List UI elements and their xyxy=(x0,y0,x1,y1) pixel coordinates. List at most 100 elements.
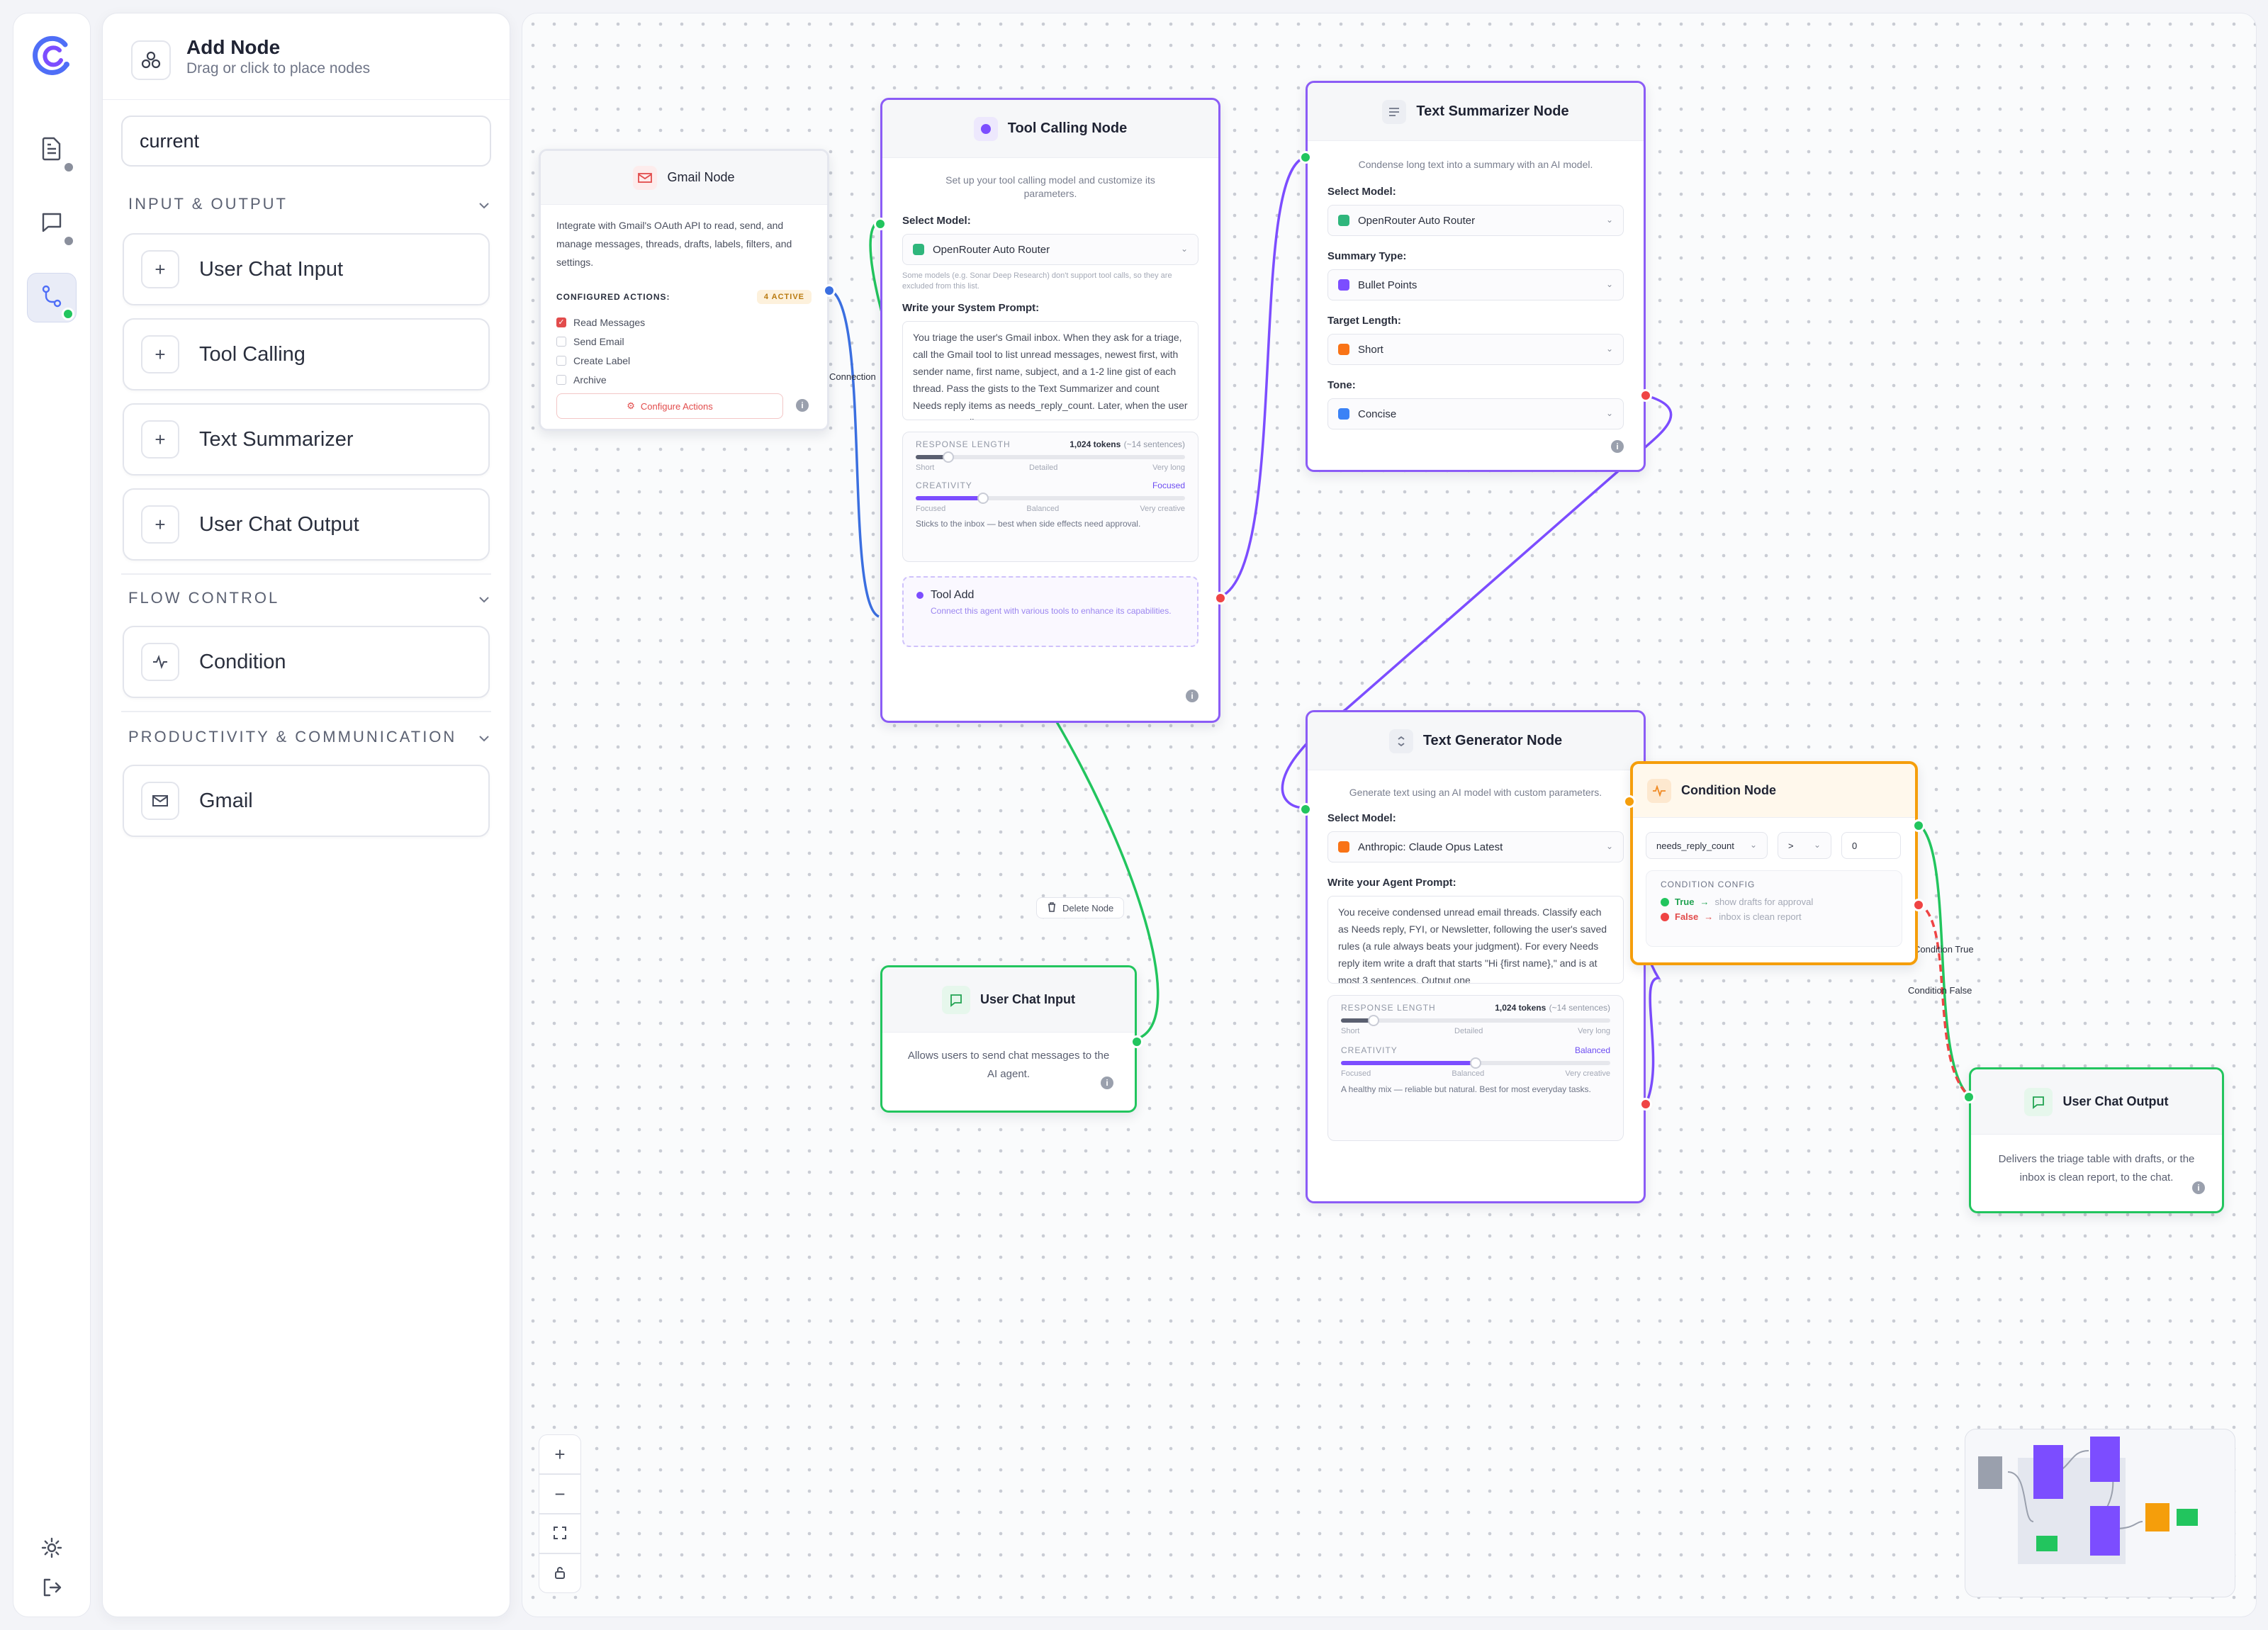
false-desc: inbox is clean report xyxy=(1719,911,1802,922)
response-length-slider[interactable] xyxy=(916,451,1185,463)
model-select[interactable]: OpenRouter Auto Router ⌄ xyxy=(902,234,1198,265)
node-description: Set up your tool calling model and custo… xyxy=(945,174,1155,199)
response-length-value: 1,024 tokens xyxy=(1070,439,1121,449)
condition-field-select[interactable]: needs_reply_count ⌄ xyxy=(1646,832,1768,859)
model-params-box: RESPONSE LENGTH 1,024 tokens (~14 sentenc… xyxy=(1327,995,1624,1141)
node-item-gmail[interactable]: Gmail xyxy=(123,765,490,837)
gmail-output-handle[interactable] xyxy=(823,284,836,297)
node-item-tool-calling[interactable]: + Tool Calling xyxy=(123,318,490,390)
select-model-label: Select Model: xyxy=(1327,186,1396,198)
tool-calling-node[interactable]: Tool Calling Node Set up your tool calli… xyxy=(874,98,1227,723)
section-label: INPUT & OUTPUT xyxy=(128,195,288,213)
action-read-messages[interactable]: ✓ Read Messages xyxy=(556,313,645,332)
action-label: Read Messages xyxy=(573,316,646,328)
minimap[interactable] xyxy=(1965,1429,2235,1597)
model-logo-icon xyxy=(1338,215,1349,226)
workflow-button[interactable] xyxy=(27,273,77,322)
model-logo-icon xyxy=(913,244,924,255)
node-item-text-summarizer[interactable]: + Text Summarizer xyxy=(123,403,490,476)
chat-input-output-handle[interactable] xyxy=(1130,1035,1143,1048)
condition-true-handle[interactable] xyxy=(1912,819,1925,832)
condition-false-handle[interactable] xyxy=(1912,899,1925,911)
chevron-down-icon xyxy=(478,589,490,607)
node-item-user-chat-output[interactable]: + User Chat Output xyxy=(123,488,490,561)
condition-field-value: needs_reply_count xyxy=(1656,840,1734,851)
minimap-gmail xyxy=(1978,1456,2002,1489)
summary-type-select[interactable]: Bullet Points ⌄ xyxy=(1327,269,1624,300)
tool-calling-input-handle[interactable] xyxy=(874,218,887,230)
delete-node-label: Delete Node xyxy=(1062,902,1114,914)
gmail-actions-list: ✓ Read Messages Send Email Create Label A… xyxy=(556,313,645,389)
select-model-label: Select Model: xyxy=(902,215,971,227)
checkbox-checked[interactable]: ✓ xyxy=(556,317,566,327)
user-chat-output-node[interactable]: User Chat Output Delivers the triage tab… xyxy=(1963,1067,2224,1213)
tone-select[interactable]: Concise ⌄ xyxy=(1327,398,1624,429)
delete-node-button[interactable]: Delete Node xyxy=(1036,897,1125,918)
checkbox[interactable] xyxy=(556,355,566,366)
tool-add-dot xyxy=(916,592,924,599)
generator-output-handle[interactable] xyxy=(1639,1098,1652,1111)
documents-button[interactable] xyxy=(27,125,77,175)
lock-button[interactable] xyxy=(539,1553,581,1593)
plus-icon: + xyxy=(141,250,179,288)
chat-button[interactable] xyxy=(27,199,77,249)
user-chat-input-node[interactable]: User Chat Input Allows users to send cha… xyxy=(880,965,1143,1113)
tool-calling-output-handle[interactable] xyxy=(1214,592,1227,605)
node-item-condition[interactable]: Condition xyxy=(123,626,490,698)
node-item-user-chat-input[interactable]: + User Chat Input xyxy=(123,233,490,305)
info-icon[interactable]: i xyxy=(1186,690,1198,702)
zoom-out-button[interactable]: − xyxy=(539,1474,581,1514)
info-icon[interactable]: i xyxy=(2192,1181,2205,1194)
action-send-email[interactable]: Send Email xyxy=(556,332,645,351)
condition-input-handle[interactable] xyxy=(1623,795,1636,808)
condition-node[interactable]: Condition Node needs_reply_count ⌄ > ⌄ 0 C… xyxy=(1623,761,1925,965)
section-productivity[interactable]: PRODUCTIVITY & COMMUNICATION xyxy=(128,728,490,746)
target-length-select[interactable]: Short ⌄ xyxy=(1327,334,1624,365)
generator-input-handle[interactable] xyxy=(1299,803,1312,816)
chevron-down-icon: ⌄ xyxy=(1749,840,1757,850)
text-summarizer-node[interactable]: Text Summarizer Node Condense long text … xyxy=(1299,81,1652,472)
checkbox[interactable] xyxy=(556,374,566,385)
condition-value-input[interactable]: 0 xyxy=(1841,832,1901,859)
response-length-label: RESPONSE LENGTH xyxy=(916,439,1011,449)
model-select[interactable]: Anthropic: Claude Opus Latest ⌄ xyxy=(1327,831,1624,862)
text-generator-node[interactable]: Text Generator Node Generate text using … xyxy=(1299,710,1652,1203)
response-length-slider[interactable] xyxy=(1341,1015,1610,1026)
action-create-label[interactable]: Create Label xyxy=(556,351,645,370)
node-item-label: User Chat Output xyxy=(199,512,359,536)
summarizer-input-handle[interactable] xyxy=(1299,151,1312,164)
summarizer-output-handle[interactable] xyxy=(1639,389,1652,402)
system-prompt-textarea[interactable]: You triage the user's Gmail inbox. When … xyxy=(902,321,1198,420)
tool-add-dropzone[interactable]: Tool Add Connect this agent with various… xyxy=(902,576,1198,647)
section-input-output[interactable]: INPUT & OUTPUT xyxy=(128,195,490,213)
node-description: Generate text using an AI model with cus… xyxy=(1349,787,1602,798)
list-icon xyxy=(1382,99,1407,124)
checkbox[interactable] xyxy=(556,336,566,347)
gmail-node[interactable]: Gmail Node Integrate with Gmail's OAuth … xyxy=(539,149,836,431)
creativity-slider[interactable] xyxy=(916,493,1185,504)
agent-prompt-textarea[interactable]: You receive condensed unread email threa… xyxy=(1327,896,1624,984)
workflow-icon xyxy=(40,285,63,311)
condition-operator-select[interactable]: > ⌄ xyxy=(1778,832,1831,859)
action-archive[interactable]: Archive xyxy=(556,370,645,389)
section-flow-control[interactable]: FLOW CONTROL xyxy=(128,589,490,607)
node-search-input[interactable] xyxy=(121,116,491,167)
logout-button[interactable] xyxy=(27,1564,77,1614)
fit-view-button[interactable] xyxy=(539,1514,581,1553)
info-icon[interactable]: i xyxy=(796,399,809,412)
configure-actions-button[interactable]: ⚙ Configure Actions xyxy=(556,393,783,419)
logout-icon xyxy=(40,1576,63,1602)
zoom-in-button[interactable]: + xyxy=(539,1434,581,1474)
chat-output-input-handle[interactable] xyxy=(1963,1091,1975,1103)
info-icon[interactable]: i xyxy=(1101,1077,1113,1089)
plus-icon: + xyxy=(141,420,179,459)
info-icon[interactable]: i xyxy=(1611,440,1624,453)
action-label: Create Label xyxy=(573,354,631,366)
creativity-slider[interactable] xyxy=(1341,1057,1610,1069)
model-select[interactable]: OpenRouter Auto Router ⌄ xyxy=(1327,205,1624,236)
tick-label: Detailed xyxy=(1029,463,1058,472)
tick-label: Very creative xyxy=(1140,505,1185,513)
model-value: OpenRouter Auto Router xyxy=(1358,214,1476,227)
app-logo[interactable] xyxy=(26,29,79,83)
prompt-label: Write your Agent Prompt: xyxy=(1327,877,1456,889)
